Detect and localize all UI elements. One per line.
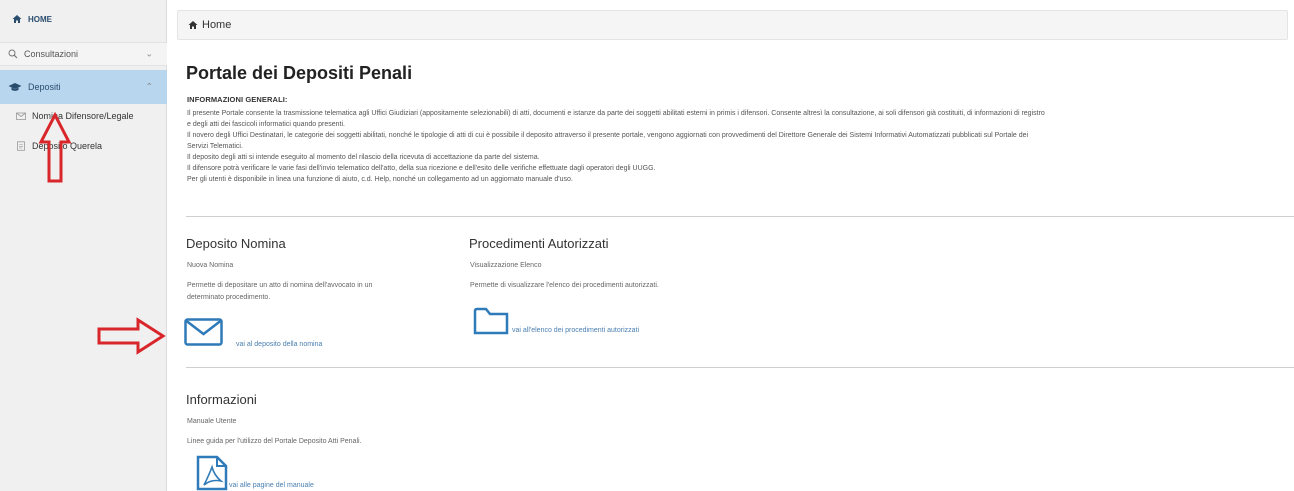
chevron-up-icon: ⌃ [145, 81, 153, 92]
info-body: Il presente Portale consente la trasmiss… [187, 108, 1287, 185]
envelope-icon[interactable] [184, 318, 234, 348]
pdf-icon[interactable] [195, 455, 231, 491]
section-title-deposito-nomina: Deposito Nomina [186, 236, 286, 251]
section-description: Permette di depositare un atto di nomina… [187, 280, 372, 304]
sidebar: HOME Consultazioni ⌄ Depositi ⌃ Nomina D… [0, 0, 167, 491]
folder-icon[interactable] [473, 305, 513, 337]
divider [186, 216, 1294, 217]
link-procedimenti[interactable]: vai all'elenco dei procedimenti autorizz… [512, 327, 639, 334]
info-line: Il difensore potrà verificare le varie f… [187, 165, 656, 172]
info-line: Servizi Telematici. [187, 143, 243, 150]
section-title-procedimenti: Procedimenti Autorizzati [469, 236, 609, 251]
section-description: Linee guida per l'utilizzo del Portale D… [187, 438, 362, 445]
info-line: Per gli utenti è disponibile in linea un… [187, 176, 573, 183]
breadcrumb: Home [177, 10, 1288, 40]
description-line: Permette di depositare un atto di nomina… [187, 282, 373, 289]
sidebar-item-label: Depositi [28, 82, 61, 92]
info-heading: INFORMAZIONI GENERALI: [187, 95, 288, 104]
section-subtitle: Visualizzazione Elenco [470, 262, 542, 269]
envelope-icon [16, 112, 26, 120]
info-line: Il deposito degli atti si intende esegui… [187, 154, 540, 161]
search-icon [8, 49, 18, 59]
chevron-down-icon: ⌄ [145, 48, 153, 59]
section-subtitle: Manuale Utente [187, 418, 237, 425]
document-icon [17, 141, 25, 151]
info-line: Il novero degli Uffici Destinatari, le c… [187, 132, 1029, 139]
sidebar-item-consultazioni[interactable]: Consultazioni ⌄ [0, 42, 167, 66]
section-subtitle: Nuova Nomina [187, 262, 234, 269]
divider [186, 367, 1294, 368]
sidebar-item-nomina[interactable]: Nomina Difensore/Legale [0, 106, 167, 126]
annotation-arrow-up [38, 112, 72, 183]
sidebar-item-querela[interactable]: Deposito Querela [0, 136, 167, 156]
sidebar-item-home[interactable]: HOME [0, 8, 167, 30]
sidebar-item-label: Consultazioni [24, 49, 79, 59]
main-content: Home Portale dei Depositi Penali INFORMA… [167, 0, 1294, 491]
annotation-arrow-right [97, 317, 166, 355]
section-title-informazioni: Informazioni [186, 392, 257, 407]
link-manuale[interactable]: vai alle pagine del manuale [229, 482, 314, 489]
page-title: Portale dei Depositi Penali [186, 63, 413, 83]
home-icon [12, 15, 22, 23]
sidebar-item-label: HOME [28, 14, 52, 24]
description-line: determinato procedimento. [187, 294, 271, 301]
info-line: e degli atti dei fascicoli informatici q… [187, 121, 345, 128]
graduation-cap-icon [8, 83, 22, 91]
sidebar-item-depositi[interactable]: Depositi ⌃ [0, 70, 167, 104]
home-icon [188, 21, 198, 29]
info-line: Il presente Portale consente la trasmiss… [187, 110, 1045, 117]
breadcrumb-home-link[interactable]: Home [202, 19, 231, 31]
section-description: Permette di visualizzare l'elenco dei pr… [470, 282, 659, 289]
link-deposito-nomina[interactable]: vai al deposito della nomina [236, 341, 322, 348]
